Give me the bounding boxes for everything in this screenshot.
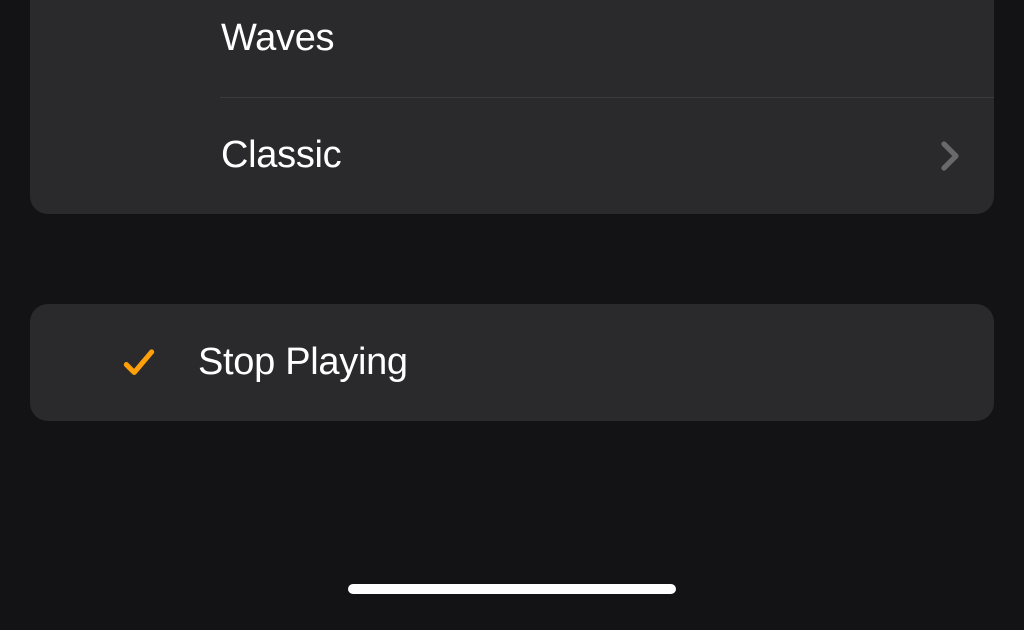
- chevron-right-icon: [941, 141, 959, 171]
- separator: [220, 97, 994, 98]
- item-label: Waves: [221, 17, 334, 60]
- list-item-classic[interactable]: Classic: [30, 97, 994, 214]
- checkmark-icon: [120, 344, 158, 382]
- item-label: Stop Playing: [198, 341, 408, 384]
- item-label: Classic: [221, 134, 341, 177]
- stop-playing-section: Stop Playing: [30, 304, 994, 421]
- list-item-waves[interactable]: Waves: [30, 0, 994, 97]
- list-item-stop-playing[interactable]: Stop Playing: [30, 304, 994, 421]
- home-indicator[interactable]: [348, 584, 676, 594]
- sound-options-section: Waves Classic: [30, 0, 994, 214]
